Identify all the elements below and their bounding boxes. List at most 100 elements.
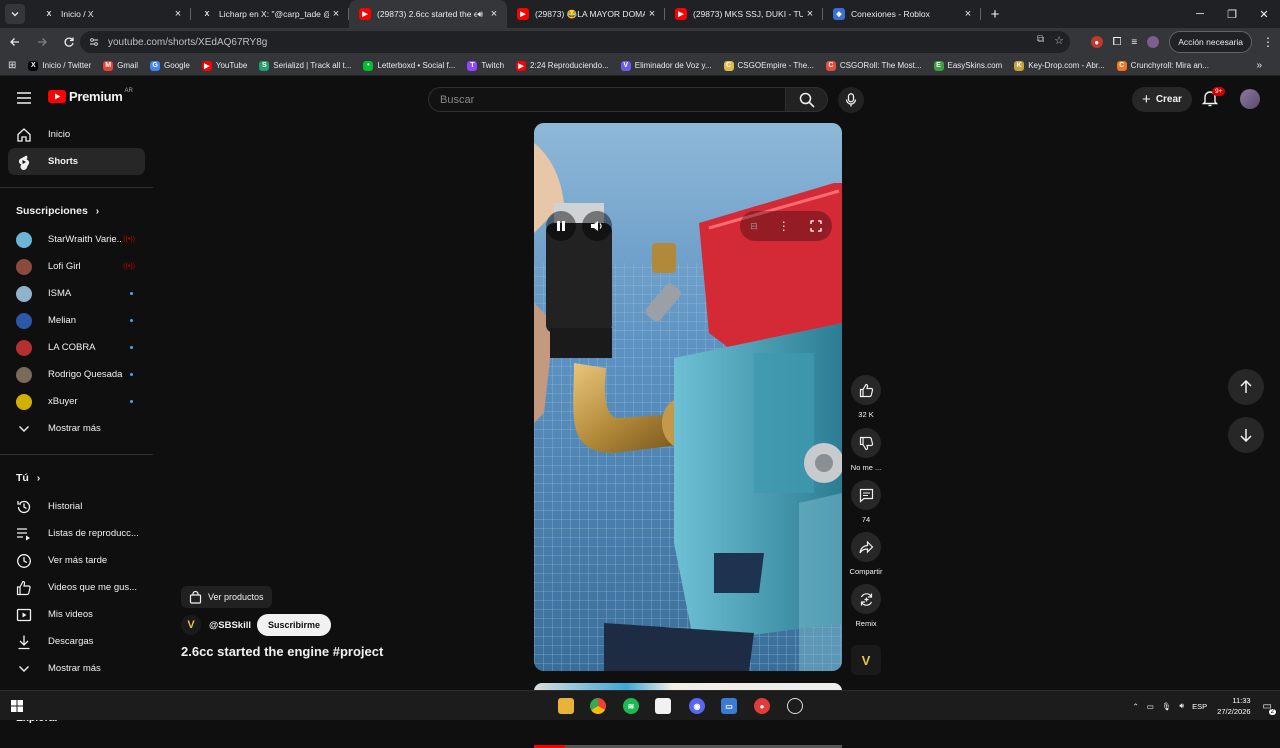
close-tab-icon[interactable]: ×: [329, 7, 343, 21]
restore-icon[interactable]: ❐: [1216, 0, 1248, 28]
obs-icon[interactable]: [787, 698, 803, 714]
channel-name[interactable]: @SBSkill: [209, 620, 251, 631]
dislike-button[interactable]: No me ...: [848, 428, 884, 472]
notepad-icon[interactable]: [655, 698, 671, 714]
clock[interactable]: 11:33 27/2/2026: [1217, 695, 1250, 717]
bookmark-item[interactable]: CCSGORoll: The Most...: [826, 61, 922, 71]
remix-button[interactable]: Remix: [848, 584, 884, 628]
channel-avatar[interactable]: V: [181, 615, 201, 635]
next-short-button[interactable]: [1228, 417, 1264, 453]
bookmark-item[interactable]: SSerializd | Track all t...: [259, 61, 351, 71]
file-explorer-icon[interactable]: [558, 698, 574, 714]
sidebar-item-thumb-up[interactable]: Videos que me gus...: [0, 574, 145, 601]
bookmark-item[interactable]: GGoogle: [150, 61, 190, 71]
voice-search-button[interactable]: [838, 87, 864, 113]
browser-tab[interactable]: XLicharp en X: "@carp_tade @Sh×: [191, 0, 349, 28]
youtube-premium-logo[interactable]: Premium AR: [48, 89, 133, 104]
subscription-item[interactable]: xBuyer: [0, 388, 145, 415]
minimize-icon[interactable]: ─: [1184, 0, 1216, 28]
bookmark-item[interactable]: CCSGOEmpire - The...: [724, 61, 814, 71]
install-app-icon[interactable]: ⧉: [1037, 34, 1044, 47]
like-button[interactable]: 32 K: [848, 375, 884, 419]
hamburger-menu-icon[interactable]: [16, 91, 32, 105]
captions-icon[interactable]: ⊟: [750, 221, 758, 232]
subscriptions-heading[interactable]: Suscripciones›: [0, 200, 153, 222]
share-button[interactable]: Compartir: [848, 532, 884, 576]
fullscreen-icon[interactable]: [810, 220, 822, 232]
sidebar-item-shorts[interactable]: Shorts: [8, 148, 145, 175]
window-app-icon[interactable]: ▭: [721, 698, 737, 714]
you-show-more[interactable]: Mostrar más: [0, 655, 145, 682]
comments-button[interactable]: 74: [848, 480, 884, 524]
extensions-icon[interactable]: ⧠: [1113, 36, 1122, 49]
tab-search-button[interactable]: [5, 4, 25, 24]
notification-center-icon[interactable]: ▭2: [1263, 701, 1272, 712]
sidebar-item-history[interactable]: Historial: [0, 493, 145, 520]
bookmark-item[interactable]: •Letterboxd • Social f...: [363, 61, 455, 71]
browser-tab[interactable]: ▶(29873) 2.6cc started the en🔊︎×: [349, 0, 507, 28]
subscription-item[interactable]: ISMA: [0, 280, 145, 307]
spotify-icon[interactable]: ≋: [623, 698, 639, 714]
volume-tray-icon[interactable]: 🔊︎: [1179, 701, 1184, 711]
language-indicator[interactable]: ESP: [1192, 702, 1207, 711]
close-tab-icon[interactable]: ×: [961, 7, 975, 21]
bookmark-item[interactable]: VEliminador de Voz y...: [621, 61, 712, 71]
browser-tab[interactable]: XInicio / X×: [33, 0, 191, 28]
bookmark-item[interactable]: EEasySkins.com: [934, 61, 1003, 71]
chrome-icon[interactable]: [590, 698, 606, 714]
subscribe-button[interactable]: Suscribirme: [257, 614, 331, 636]
subscription-item[interactable]: Rodrigo Quesada: [0, 361, 145, 388]
more-bookmarks-icon[interactable]: »: [1256, 60, 1262, 71]
windows-start-icon[interactable]: [9, 698, 25, 714]
network-icon[interactable]: ▭: [1147, 702, 1154, 711]
extension-red-icon[interactable]: ●: [1091, 36, 1103, 48]
bookmark-item[interactable]: XInicio / Twitter: [28, 61, 91, 71]
more-options-icon[interactable]: ⋮: [778, 219, 790, 233]
close-tab-icon[interactable]: ×: [803, 7, 817, 21]
back-button[interactable]: [3, 30, 27, 54]
browser-menu-icon[interactable]: ⋮: [1262, 35, 1274, 49]
close-tab-icon[interactable]: ×: [487, 7, 501, 21]
address-bar[interactable]: youtube.com/shorts/XEdAQ67RY8g ⧉ ☆: [80, 31, 1070, 53]
bookmark-star-icon[interactable]: ☆: [1054, 34, 1064, 47]
view-products-button[interactable]: Ver productos: [181, 586, 272, 608]
create-button[interactable]: + Crear: [1132, 87, 1192, 112]
microphone-tray-icon[interactable]: 🎙︎: [1162, 702, 1172, 711]
audio-source-button[interactable]: V: [848, 645, 884, 675]
pause-button[interactable]: [546, 211, 576, 241]
forward-button[interactable]: [30, 30, 54, 54]
volume-button[interactable]: [582, 211, 612, 241]
sidebar-item-playlist[interactable]: Listas de reproducc...: [0, 520, 145, 547]
site-info-icon[interactable]: [88, 36, 100, 48]
sidebar-item-download[interactable]: Descargas: [0, 628, 145, 655]
short-video-player[interactable]: [534, 123, 842, 671]
subscription-item[interactable]: LA COBRA: [0, 334, 145, 361]
browser-tab[interactable]: ▶(29873) 😂LA MAYOR DOMADA×: [507, 0, 665, 28]
subscription-item[interactable]: StarWraith Varie...((•)): [0, 226, 145, 253]
sidebar-item-my-videos[interactable]: Mis videos: [0, 601, 145, 628]
subscription-item[interactable]: Melian: [0, 307, 145, 334]
search-input[interactable]: Buscar: [428, 87, 786, 112]
bookmark-item[interactable]: ▶2:24 Reproduciendo...: [516, 61, 609, 71]
you-heading[interactable]: Tú›: [0, 467, 153, 489]
browser-tab[interactable]: ▶(29873) MKS SSJ, DUKI - TU SU×: [665, 0, 823, 28]
subscription-item[interactable]: Lofi Girl((•)): [0, 253, 145, 280]
profile-avatar[interactable]: [1147, 36, 1159, 48]
apps-grid-icon[interactable]: ⊞: [8, 60, 16, 71]
sidebar-item-inicio[interactable]: Inicio: [0, 121, 145, 148]
browser-tab[interactable]: ◆Conexiones - Roblox×: [823, 0, 981, 28]
close-tab-icon[interactable]: ×: [171, 7, 185, 21]
media-controls-icon[interactable]: ≡: [1131, 37, 1137, 48]
bookmark-item[interactable]: MGmail: [103, 61, 138, 71]
account-avatar[interactable]: [1240, 89, 1260, 109]
new-tab-button[interactable]: +: [985, 4, 1005, 24]
bookmark-item[interactable]: CCrunchyroll: Mira an...: [1117, 61, 1209, 71]
subscriptions-show-more[interactable]: Mostrar más: [0, 415, 145, 442]
tab-audio-icon[interactable]: 🔊︎: [477, 9, 483, 20]
sidebar-item-clock[interactable]: Ver más tarde: [0, 547, 145, 574]
close-window-icon[interactable]: ✕: [1248, 0, 1280, 28]
search-button[interactable]: [786, 87, 828, 112]
bookmark-item[interactable]: ▶YouTube: [202, 61, 247, 71]
bookmark-item[interactable]: KKey-Drop.com - Abr...: [1014, 61, 1104, 71]
previous-short-button[interactable]: [1228, 369, 1264, 405]
